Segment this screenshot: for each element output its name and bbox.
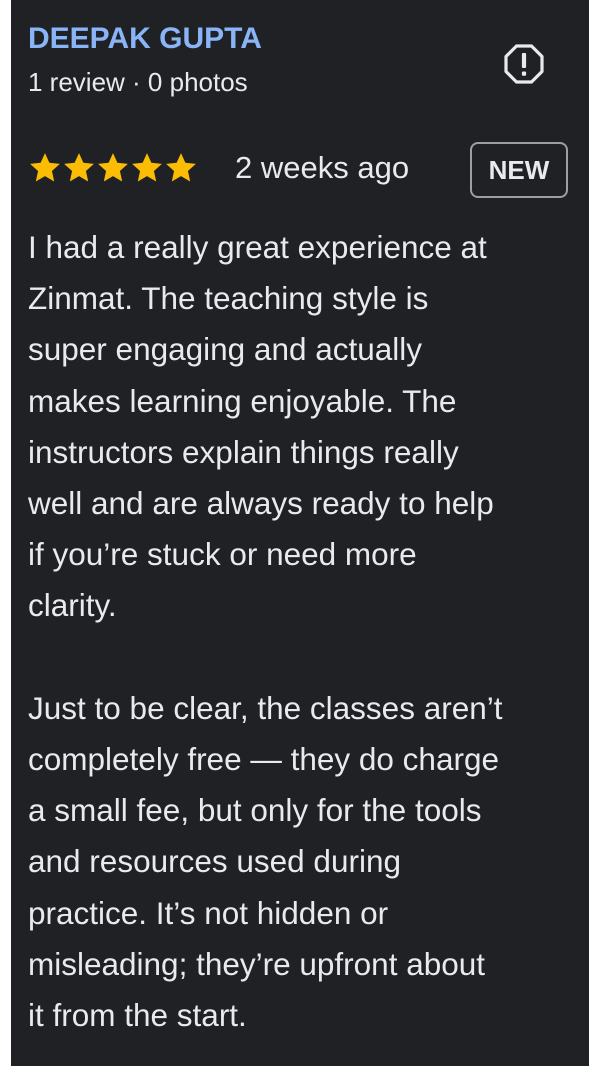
review-paragraph-2: Just to be clear, the classes aren’t com… bbox=[28, 689, 503, 1034]
reviewer-name[interactable]: DEEPAK GUPTA bbox=[28, 20, 262, 58]
star-icon bbox=[132, 153, 162, 182]
star-rating bbox=[28, 146, 198, 190]
star-icon bbox=[64, 153, 94, 182]
star-icon bbox=[166, 153, 196, 182]
star-icon bbox=[98, 153, 128, 182]
reviewer-meta: 1 review · 0 photos bbox=[28, 67, 248, 97]
review-date: 2 weeks ago bbox=[235, 150, 410, 185]
review-text: I had a really great experience at Zinma… bbox=[28, 222, 584, 1041]
review-card: DEEPAK GUPTA 1 review · 0 photos 2 weeks… bbox=[11, 0, 589, 1066]
review-paragraph-1: I had a really great experience at Zinma… bbox=[28, 229, 494, 624]
new-badge: NEW bbox=[470, 142, 568, 198]
star-icon bbox=[30, 153, 60, 182]
report-icon[interactable] bbox=[502, 42, 546, 86]
rating-row: 2 weeks ago NEW bbox=[28, 142, 573, 198]
